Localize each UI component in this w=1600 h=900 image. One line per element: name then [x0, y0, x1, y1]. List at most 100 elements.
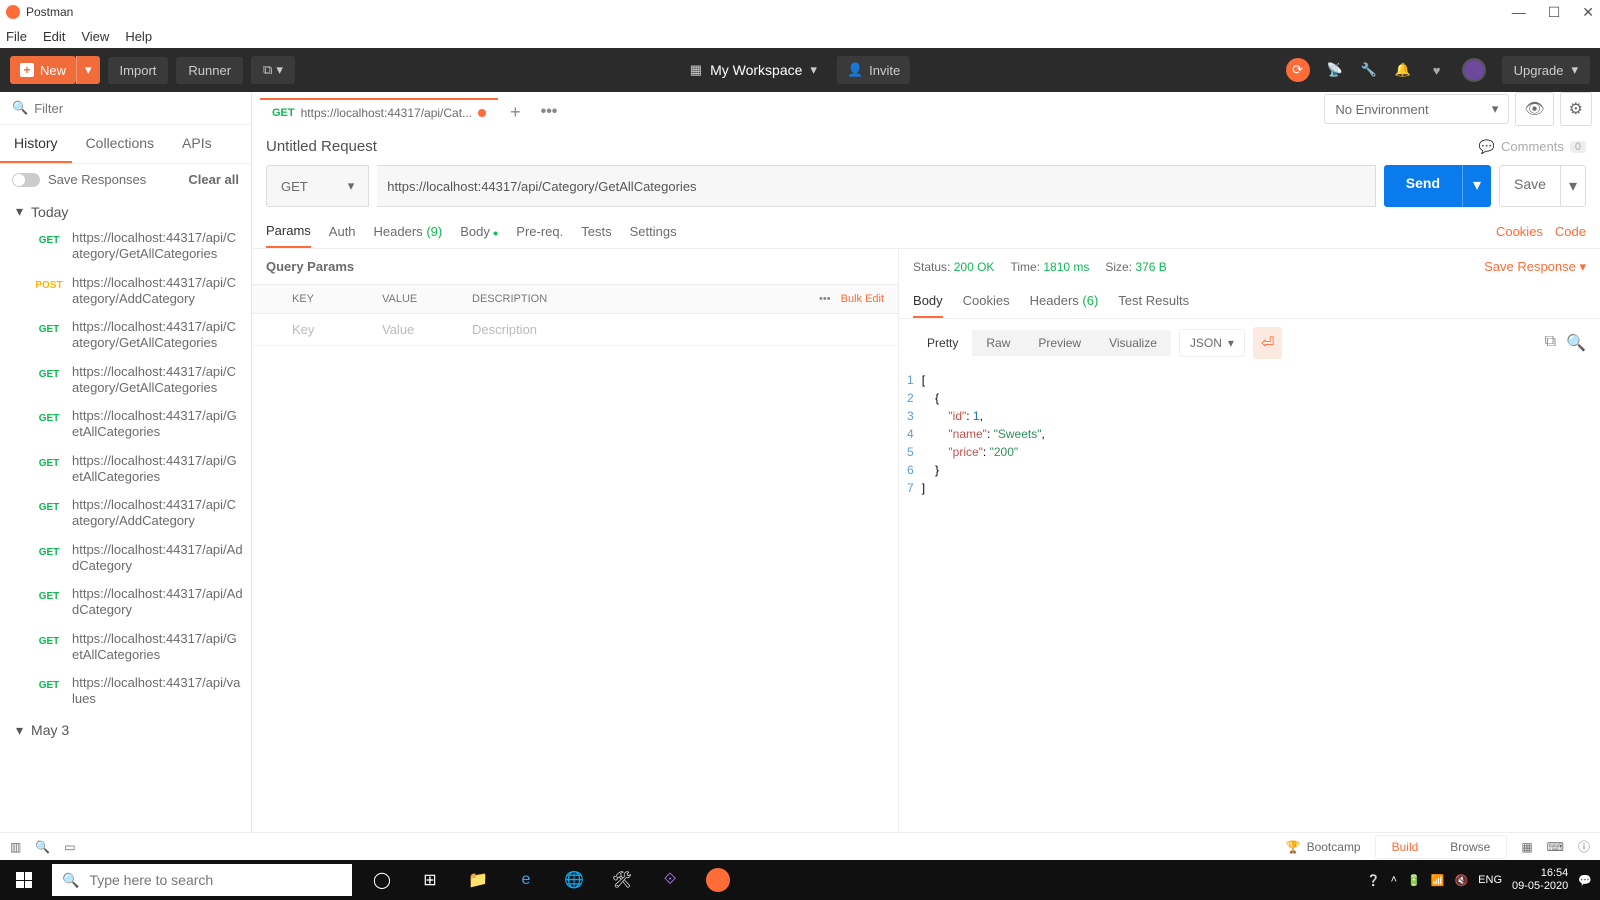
- workspace-selector[interactable]: ▦ My Workspace ▾: [690, 62, 817, 78]
- capture-button[interactable]: 📡: [1326, 61, 1344, 79]
- avatar[interactable]: [1462, 58, 1486, 82]
- response-tab-body[interactable]: Body: [913, 285, 943, 318]
- filter-input[interactable]: [34, 101, 239, 116]
- invite-button[interactable]: 👤 Invite: [837, 56, 910, 84]
- keyboard-shortcuts-button[interactable]: ⌨: [1547, 840, 1564, 854]
- taskbar-search[interactable]: 🔍 Type here to search: [52, 864, 352, 896]
- taskbar-chrome[interactable]: 🌐: [552, 860, 596, 900]
- two-pane-button[interactable]: ▦: [1521, 840, 1532, 854]
- tab-body[interactable]: Body: [460, 216, 498, 247]
- browse-tab[interactable]: Browse: [1434, 836, 1506, 858]
- tray-volume[interactable]: 🔇: [1454, 874, 1468, 887]
- comments-button[interactable]: 💬 Comments 0: [1479, 139, 1586, 155]
- taskbar-taskview[interactable]: ⊞: [408, 860, 452, 900]
- kv-value-placeholder[interactable]: Value: [372, 314, 462, 345]
- history-item[interactable]: GEThttps://localhost:44317/api/AddCatego…: [0, 536, 251, 581]
- open-new-button[interactable]: ⧉▾: [251, 56, 295, 84]
- history-group-header[interactable]: ▾ Today: [0, 195, 251, 224]
- kv-row-empty[interactable]: Key Value Description: [252, 314, 898, 346]
- tab-tests[interactable]: Tests: [581, 216, 611, 247]
- tab-headers[interactable]: Headers (9): [374, 216, 443, 247]
- tab-settings[interactable]: Settings: [630, 216, 677, 247]
- response-tab-cookies[interactable]: Cookies: [963, 285, 1010, 318]
- environment-settings-button[interactable]: ⚙: [1560, 92, 1592, 126]
- tray-wifi[interactable]: 📶: [1431, 874, 1445, 887]
- menu-edit[interactable]: Edit: [43, 29, 65, 44]
- sidebar-tab-collections[interactable]: Collections: [72, 125, 168, 163]
- build-tab[interactable]: Build: [1376, 836, 1435, 858]
- view-preview[interactable]: Preview: [1024, 330, 1095, 356]
- taskbar-explorer[interactable]: 📁: [456, 860, 500, 900]
- code-link[interactable]: Code: [1555, 224, 1586, 239]
- history-group-header[interactable]: ▾ May 3: [0, 714, 251, 743]
- save-button[interactable]: Save: [1499, 165, 1561, 207]
- new-tab-button[interactable]: +: [502, 98, 529, 127]
- view-raw[interactable]: Raw: [972, 330, 1024, 356]
- tab-prereq[interactable]: Pre-req.: [516, 216, 563, 247]
- history-item[interactable]: GEThttps://localhost:44317/api/Category/…: [0, 313, 251, 358]
- settings-button[interactable]: 🔧: [1360, 61, 1378, 79]
- response-format-selector[interactable]: JSON ▾: [1179, 329, 1245, 357]
- upgrade-button[interactable]: Upgrade ▾: [1502, 56, 1590, 84]
- menu-file[interactable]: File: [6, 29, 27, 44]
- clear-all-button[interactable]: Clear all: [188, 172, 239, 187]
- start-button[interactable]: [0, 860, 48, 900]
- new-button-dropdown[interactable]: ▾: [76, 56, 100, 84]
- tray-notifications[interactable]: 💬: [1578, 874, 1592, 887]
- copy-response-button[interactable]: ⧉: [1545, 333, 1556, 353]
- history-item[interactable]: GEThttps://localhost:44317/api/GetAllCat…: [0, 625, 251, 670]
- cookies-link[interactable]: Cookies: [1496, 224, 1543, 239]
- send-dropdown[interactable]: ▾: [1462, 165, 1491, 207]
- response-body[interactable]: 1234567 [ { "id": 1, "name": "Sweets", "…: [899, 367, 1600, 832]
- kv-options-button[interactable]: •••: [819, 293, 831, 305]
- window-maximize-icon[interactable]: ☐: [1548, 4, 1561, 21]
- url-input[interactable]: [377, 165, 1376, 207]
- kv-desc-placeholder[interactable]: Description: [462, 314, 898, 345]
- new-button[interactable]: + New: [10, 56, 76, 84]
- tray-lang[interactable]: ENG: [1478, 874, 1502, 886]
- window-minimize-icon[interactable]: —: [1512, 4, 1526, 21]
- bootcamp-button[interactable]: 🏆 Bootcamp: [1286, 840, 1361, 854]
- sidebar-toggle-button[interactable]: ▥: [10, 840, 21, 854]
- view-pretty[interactable]: Pretty: [913, 330, 972, 356]
- tab-auth[interactable]: Auth: [329, 216, 356, 247]
- history-item[interactable]: GEThttps://localhost:44317/api/Category/…: [0, 491, 251, 536]
- taskbar-postman[interactable]: [696, 860, 740, 900]
- view-visualize[interactable]: Visualize: [1095, 330, 1171, 356]
- bulk-edit-button[interactable]: Bulk Edit: [841, 293, 884, 305]
- send-button[interactable]: Send: [1384, 165, 1462, 207]
- sync-button[interactable]: ⟳: [1286, 58, 1310, 82]
- favorite-button[interactable]: ♥: [1428, 61, 1446, 79]
- history-item[interactable]: GEThttps://localhost:44317/api/Category/…: [0, 224, 251, 269]
- environment-preview-button[interactable]: 👁: [1515, 92, 1553, 126]
- sidebar-tab-history[interactable]: History: [0, 125, 72, 163]
- save-dropdown[interactable]: ▾: [1561, 165, 1586, 207]
- taskbar-tools[interactable]: 🛠: [600, 860, 644, 900]
- tab-options-button[interactable]: •••: [533, 99, 566, 125]
- runner-button[interactable]: Runner: [176, 57, 243, 84]
- find-button[interactable]: 🔍: [35, 840, 50, 854]
- request-title[interactable]: Untitled Request: [266, 138, 377, 155]
- history-item[interactable]: GEThttps://localhost:44317/api/Category/…: [0, 358, 251, 403]
- notifications-button[interactable]: 🔔: [1394, 61, 1412, 79]
- wrap-lines-button[interactable]: ⏎: [1253, 327, 1282, 359]
- console-button[interactable]: ▭: [64, 840, 75, 854]
- sidebar-tab-apis[interactable]: APIs: [168, 125, 226, 163]
- response-tab-headers[interactable]: Headers (6): [1030, 285, 1099, 318]
- save-responses-toggle[interactable]: [12, 173, 40, 187]
- method-selector[interactable]: GET ▾: [266, 165, 369, 207]
- import-button[interactable]: Import: [108, 57, 169, 84]
- response-tab-tests[interactable]: Test Results: [1118, 285, 1189, 318]
- tray-chevron[interactable]: ˄: [1391, 874, 1397, 886]
- window-close-icon[interactable]: ✕: [1582, 4, 1594, 21]
- save-response-button[interactable]: Save Response ▾: [1484, 259, 1586, 275]
- menu-help[interactable]: Help: [125, 29, 152, 44]
- history-item[interactable]: GEThttps://localhost:44317/api/GetAllCat…: [0, 402, 251, 447]
- environment-selector[interactable]: No Environment ▾: [1324, 94, 1509, 124]
- history-item[interactable]: GEThttps://localhost:44317/api/values: [0, 669, 251, 714]
- history-item[interactable]: POSThttps://localhost:44317/api/Category…: [0, 269, 251, 314]
- request-tab[interactable]: GET https://localhost:44317/api/Cat...: [260, 98, 498, 126]
- help-button[interactable]: ⓘ: [1578, 838, 1590, 855]
- tab-params[interactable]: Params: [266, 215, 311, 248]
- history-item[interactable]: GEThttps://localhost:44317/api/GetAllCat…: [0, 447, 251, 492]
